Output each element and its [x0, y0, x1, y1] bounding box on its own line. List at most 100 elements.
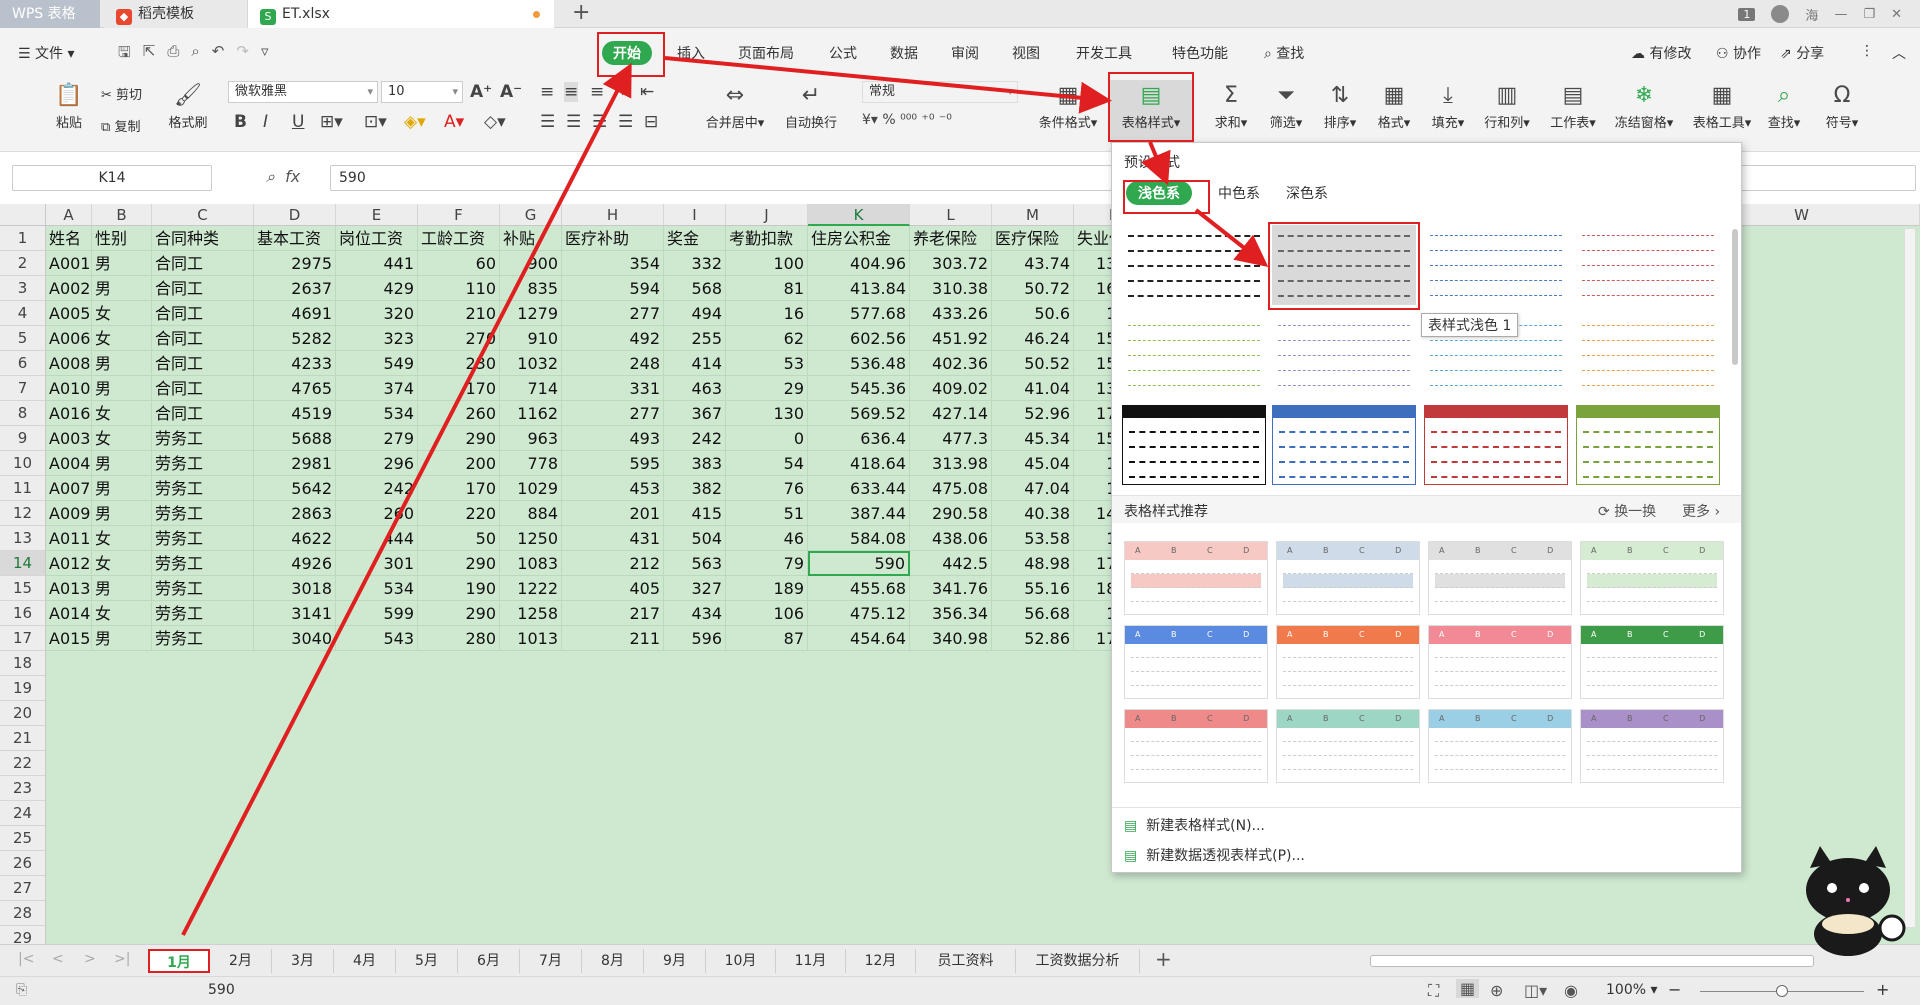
- table-cell[interactable]: 合同工: [152, 301, 254, 326]
- new-tab-button[interactable]: +: [572, 0, 590, 26]
- table-cell[interactable]: 110: [418, 276, 500, 301]
- table-cell[interactable]: A011: [46, 526, 92, 551]
- close-icon[interactable]: ✕: [1891, 7, 1902, 22]
- redo-icon[interactable]: ↷: [236, 42, 249, 67]
- recommended-style-card[interactable]: A B C D E: [1428, 709, 1572, 783]
- table-cell[interactable]: A002: [46, 276, 92, 301]
- sheet-tab[interactable]: 4月: [334, 949, 396, 973]
- copy-button[interactable]: ⧉ 复制: [101, 116, 140, 135]
- table-cell[interactable]: 280: [418, 626, 500, 651]
- indent-icon[interactable]: ⇥: [614, 82, 628, 102]
- row-header[interactable]: 10: [0, 451, 46, 476]
- user-name[interactable]: 海: [1805, 5, 1818, 24]
- table-cell[interactable]: A010: [46, 376, 92, 401]
- table-cell[interactable]: 男: [92, 476, 152, 501]
- table-cell[interactable]: 493: [562, 426, 664, 451]
- table-cell[interactable]: 81: [726, 276, 808, 301]
- column-header-K[interactable]: K: [808, 204, 910, 226]
- table-cell[interactable]: 594: [562, 276, 664, 301]
- table-cell[interactable]: 569.52: [808, 401, 910, 426]
- gallery-scrollbar[interactable]: [1732, 229, 1738, 365]
- table-cell[interactable]: 4926: [254, 551, 336, 576]
- table-cell[interactable]: 劳务工: [152, 576, 254, 601]
- table-style-swatch[interactable]: [1122, 225, 1266, 305]
- recommended-style-card[interactable]: A B C D E: [1428, 541, 1572, 615]
- table-cell[interactable]: 455.68: [808, 576, 910, 601]
- column-header-M[interactable]: M: [992, 204, 1074, 226]
- table-cell[interactable]: 433.26: [910, 301, 992, 326]
- table-cell[interactable]: 87: [726, 626, 808, 651]
- table-cell[interactable]: 56.68: [992, 601, 1074, 626]
- table-cell[interactable]: 327: [664, 576, 726, 601]
- table-cell[interactable]: 356.34: [910, 601, 992, 626]
- table-style-swatch[interactable]: [1272, 315, 1416, 395]
- table-cell[interactable]: 534: [336, 401, 418, 426]
- table-cell[interactable]: 2975: [254, 251, 336, 276]
- table-cell[interactable]: 413.84: [808, 276, 910, 301]
- header-cell[interactable]: 补贴: [500, 226, 562, 251]
- table-cell[interactable]: 382: [664, 476, 726, 501]
- table-cell[interactable]: 50.6: [992, 301, 1074, 326]
- table-style-swatch[interactable]: [1424, 225, 1568, 305]
- column-header-E[interactable]: E: [336, 204, 418, 226]
- table-cell[interactable]: 354: [562, 251, 664, 276]
- table-cell[interactable]: 46.24: [992, 326, 1074, 351]
- header-cell[interactable]: 考勤扣款: [726, 226, 808, 251]
- table-cell[interactable]: 963: [500, 426, 562, 451]
- table-cell[interactable]: 4691: [254, 301, 336, 326]
- font-color-icon[interactable]: A▾: [444, 112, 464, 132]
- table-cell[interactable]: 534: [336, 576, 418, 601]
- table-cell[interactable]: 201: [562, 501, 664, 526]
- sheet-tab[interactable]: 2月: [210, 949, 272, 973]
- restore-icon[interactable]: ❐: [1863, 7, 1875, 22]
- column-header-H[interactable]: H: [562, 204, 664, 226]
- find-button[interactable]: ⌕ 查找▾: [1756, 82, 1812, 131]
- table-cell[interactable]: 310.38: [910, 276, 992, 301]
- table-cell[interactable]: A016: [46, 401, 92, 426]
- first-sheet-icon[interactable]: |<: [18, 951, 34, 967]
- table-cell[interactable]: 536.48: [808, 351, 910, 376]
- table-cell[interactable]: 442.5: [910, 551, 992, 576]
- row-header[interactable]: 12: [0, 501, 46, 526]
- table-cell[interactable]: 53: [726, 351, 808, 376]
- table-cell[interactable]: 429: [336, 276, 418, 301]
- tab-medium[interactable]: 中色系: [1218, 181, 1260, 205]
- table-cell[interactable]: A005: [46, 301, 92, 326]
- table-cell[interactable]: 52.86: [992, 626, 1074, 651]
- symbol-button[interactable]: Ω 符号▾: [1814, 82, 1870, 131]
- row-header[interactable]: 26: [0, 851, 46, 876]
- table-cell[interactable]: 189: [726, 576, 808, 601]
- row-header[interactable]: 11: [0, 476, 46, 501]
- table-cell[interactable]: 52.96: [992, 401, 1074, 426]
- table-cell[interactable]: 79: [726, 551, 808, 576]
- table-cell[interactable]: 1013: [500, 626, 562, 651]
- table-cell[interactable]: A015: [46, 626, 92, 651]
- table-cell[interactable]: 451.92: [910, 326, 992, 351]
- table-cell[interactable]: 599: [336, 601, 418, 626]
- distribute-icon[interactable]: ⊟: [644, 112, 658, 132]
- table-cell[interactable]: A001: [46, 251, 92, 276]
- row-header[interactable]: 5: [0, 326, 46, 351]
- grow-font-icon[interactable]: A⁺: [470, 82, 492, 102]
- tab-dark[interactable]: 深色系: [1286, 181, 1328, 205]
- table-cell[interactable]: 290: [418, 426, 500, 451]
- table-cell[interactable]: 463: [664, 376, 726, 401]
- table-cell[interactable]: 415: [664, 501, 726, 526]
- table-cell[interactable]: 545.36: [808, 376, 910, 401]
- recommended-style-card[interactable]: A B C D E: [1124, 709, 1268, 783]
- table-cell[interactable]: 劳务工: [152, 626, 254, 651]
- share-button[interactable]: ⇗ 分享: [1780, 43, 1824, 63]
- row-header[interactable]: 23: [0, 776, 46, 801]
- clear-format-icon[interactable]: ◇▾: [484, 112, 506, 132]
- format-painter-button[interactable]: 🖌 格式刷: [160, 82, 216, 131]
- worksheet-button[interactable]: ▤ 工作表▾: [1542, 82, 1604, 131]
- table-cell[interactable]: 405: [562, 576, 664, 601]
- table-cell[interactable]: 5642: [254, 476, 336, 501]
- recommended-style-card[interactable]: A B C D E: [1276, 625, 1420, 699]
- table-cell[interactable]: 210: [418, 301, 500, 326]
- header-cell[interactable]: 合同种类: [152, 226, 254, 251]
- table-cell[interactable]: 296: [336, 451, 418, 476]
- row-header[interactable]: 22: [0, 751, 46, 776]
- table-cell[interactable]: 475.08: [910, 476, 992, 501]
- table-cell[interactable]: 劳务工: [152, 501, 254, 526]
